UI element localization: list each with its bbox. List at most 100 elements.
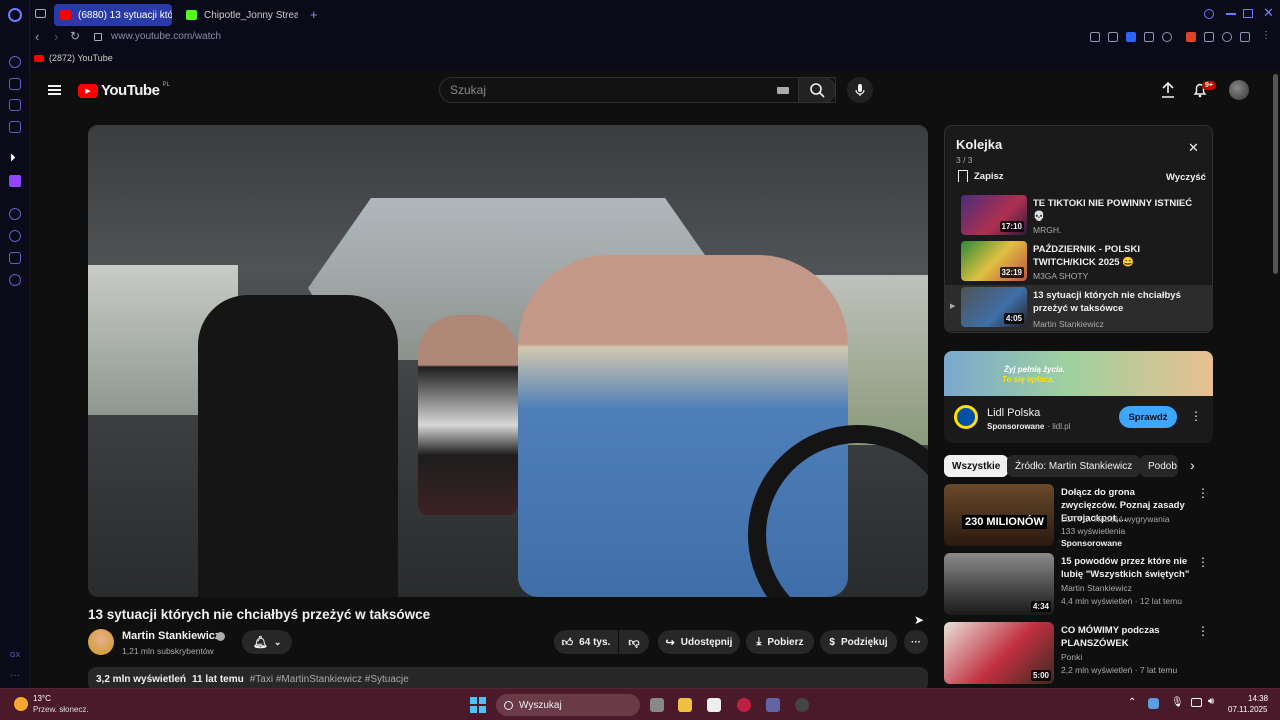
share-label: Udostępnij	[680, 636, 733, 648]
more-actions-button[interactable]: ···	[904, 630, 928, 654]
mic-tray-icon[interactable]: 🎙︎	[1171, 697, 1184, 708]
chrome-icon[interactable]	[795, 698, 809, 712]
back-button[interactable]: ‹	[35, 29, 39, 44]
reload-button[interactable]: ↻	[70, 29, 80, 43]
refresh-icon[interactable]	[9, 56, 21, 68]
bookmark-youtube[interactable]: (2872) YouTube	[34, 53, 113, 63]
settings-icon[interactable]	[9, 274, 21, 286]
recommendation-menu-icon[interactable]: ⋮	[1197, 486, 1209, 500]
ext-snapshot-icon[interactable]	[1108, 32, 1118, 42]
ad-card[interactable]: Żyj pełnią życia. To się opłaca. Lidl Po…	[944, 351, 1213, 443]
keyboard-icon[interactable]	[777, 87, 789, 94]
gx-corner-icon[interactable]	[9, 121, 21, 133]
extensions-icon[interactable]	[9, 252, 21, 264]
clear-queue-button[interactable]: Wyczyść	[1166, 172, 1206, 183]
browser-menu-icon[interactable]: ⋮	[1261, 30, 1271, 41]
recommendation-item[interactable]: 5:00 CO MÓWIMY podczas PLANSZÓWEK Ponki …	[944, 622, 1213, 684]
voice-search-button[interactable]	[847, 77, 873, 103]
minimize-button[interactable]	[1226, 13, 1236, 15]
profile-icon[interactable]	[1222, 32, 1232, 42]
lock-icon	[94, 33, 102, 41]
hashtags[interactable]: #Taxi #MartinStankiewicz #Sytuacje	[250, 674, 409, 685]
tray-app-icon[interactable]	[1148, 698, 1159, 709]
tab-islands-icon[interactable]	[35, 9, 46, 18]
maximize-button[interactable]	[1243, 9, 1253, 18]
subscribed-bell-button[interactable]: 🔔︎ ⌄	[242, 630, 292, 654]
clock-time[interactable]: 14:38	[1248, 694, 1268, 703]
network-icon[interactable]	[1191, 698, 1202, 707]
recommendation-channel: Ponki	[1061, 652, 1083, 662]
new-tab-button[interactable]: +	[310, 7, 318, 22]
tab-kick[interactable]: Chipotle_Jonny Stream -	[180, 4, 298, 26]
ext-shield-icon[interactable]	[1126, 32, 1136, 42]
share-button[interactable]: ↪ Udostępnij	[658, 630, 740, 654]
volume-icon[interactable]: 🔊︎	[1208, 696, 1214, 707]
weather-icon[interactable]	[14, 697, 28, 711]
save-queue-button[interactable]: Zapisz	[958, 170, 1004, 182]
queue-thumbnail: 4:05	[961, 287, 1027, 327]
more-icon[interactable]: ···	[10, 670, 20, 681]
download-icon[interactable]	[1240, 32, 1250, 42]
ext-pin-icon[interactable]	[1090, 32, 1100, 42]
queue-item[interactable]: 32:19 PAŹDZIERNIK - POLSKI TWITCH/KICK 2…	[945, 239, 1212, 285]
duration-badge: 4:34	[1030, 601, 1051, 612]
dislike-button[interactable]: 👎︎	[619, 630, 649, 654]
search-tabs-icon[interactable]	[1204, 9, 1214, 19]
search-button[interactable]	[798, 77, 836, 103]
messenger-icon[interactable]	[9, 99, 21, 111]
opera-logo-icon[interactable]	[8, 8, 22, 22]
description-box[interactable]: 3,2 mln wyświetleń 11 lat temu #Taxi #Ma…	[88, 667, 928, 688]
gx-sidebar: ⏵ GX ···	[0, 0, 30, 688]
chips-next-icon[interactable]: ›	[1190, 457, 1195, 473]
favorites-heart-icon[interactable]	[1162, 32, 1172, 42]
opera-gx-taskbar-icon[interactable]	[737, 698, 751, 712]
tray-chevron-icon[interactable]: ⌃	[1128, 697, 1136, 708]
video-player[interactable]	[88, 125, 928, 597]
clock-date[interactable]: 07.11.2025	[1228, 705, 1267, 714]
ad-cta-button[interactable]: Sprawdź	[1119, 406, 1177, 428]
channel-name[interactable]: Martin Stankiewicz	[122, 630, 220, 642]
recommendation-item[interactable]: 4:34 15 powodów przez które nie lubię "W…	[944, 553, 1213, 615]
queue-item-channel: M3GA SHOTY	[1033, 271, 1089, 281]
recommendation-menu-icon[interactable]: ⋮	[1197, 624, 1209, 638]
forward-button[interactable]: ›	[54, 29, 58, 44]
tab-youtube[interactable]: (6880) 13 sytuacji których	[54, 4, 172, 26]
tiktok-icon[interactable]: ⏵	[10, 152, 16, 165]
file-explorer-icon[interactable]	[678, 698, 692, 712]
hamburger-menu-icon[interactable]	[48, 85, 61, 95]
thanks-button[interactable]: $ Podziękuj	[820, 630, 897, 654]
like-button[interactable]: 👍︎ 64 tys.	[554, 630, 618, 654]
youtube-logo[interactable]: ▶ YouTube PL	[78, 82, 170, 99]
channel-avatar[interactable]	[88, 629, 114, 655]
extensions-puzzle-icon[interactable]	[1204, 32, 1214, 42]
chip-all[interactable]: Wszystkie	[944, 455, 1009, 477]
upload-button[interactable]	[1158, 80, 1178, 100]
avatar[interactable]	[1229, 80, 1249, 100]
ad-meta: Sponsorowane · lidl.pl	[987, 422, 1070, 431]
teams-icon[interactable]	[766, 698, 780, 712]
player-icon[interactable]	[9, 208, 21, 220]
gx-control-icon[interactable]	[9, 78, 21, 90]
history-icon[interactable]	[9, 230, 21, 242]
queue-item[interactable]: 17:10 TE TIKTOKI NIE POWINNY ISTNIEĆ 💀 M…	[945, 193, 1212, 239]
url-field[interactable]: www.youtube.com/watch	[111, 31, 221, 42]
recommendation-menu-icon[interactable]: ⋮	[1197, 555, 1209, 569]
page-scrollbar[interactable]	[1273, 74, 1278, 274]
close-window-button[interactable]: ✕	[1263, 5, 1274, 21]
now-playing-icon: ▶	[950, 303, 956, 310]
ext-play-icon[interactable]	[1144, 32, 1154, 42]
queue-item-current[interactable]: ▶ 4:05 13 sytuacji których nie chciałbyś…	[945, 285, 1212, 331]
task-view-icon[interactable]	[650, 698, 664, 712]
ad-menu-icon[interactable]: ⋮	[1190, 409, 1202, 423]
chip-source[interactable]: Źródło: Martin Stankiewicz	[1007, 455, 1141, 477]
recommendation-item[interactable]: 230 MILIONÓW Dołącz do grona zwycięzców.…	[944, 484, 1213, 548]
ext-red-icon[interactable]	[1186, 32, 1196, 42]
download-button[interactable]: ⤓ Pobierz	[746, 630, 814, 654]
bookmarks-bar: (2872) YouTube	[30, 48, 1280, 70]
twitch-icon[interactable]	[9, 175, 21, 187]
taskbar-search[interactable]: Wyszukaj	[496, 694, 640, 716]
start-button[interactable]	[470, 697, 486, 713]
store-icon[interactable]	[707, 698, 721, 712]
close-queue-button[interactable]: ✕	[1188, 140, 1199, 156]
chip-similar[interactable]: Podob	[1140, 455, 1178, 477]
